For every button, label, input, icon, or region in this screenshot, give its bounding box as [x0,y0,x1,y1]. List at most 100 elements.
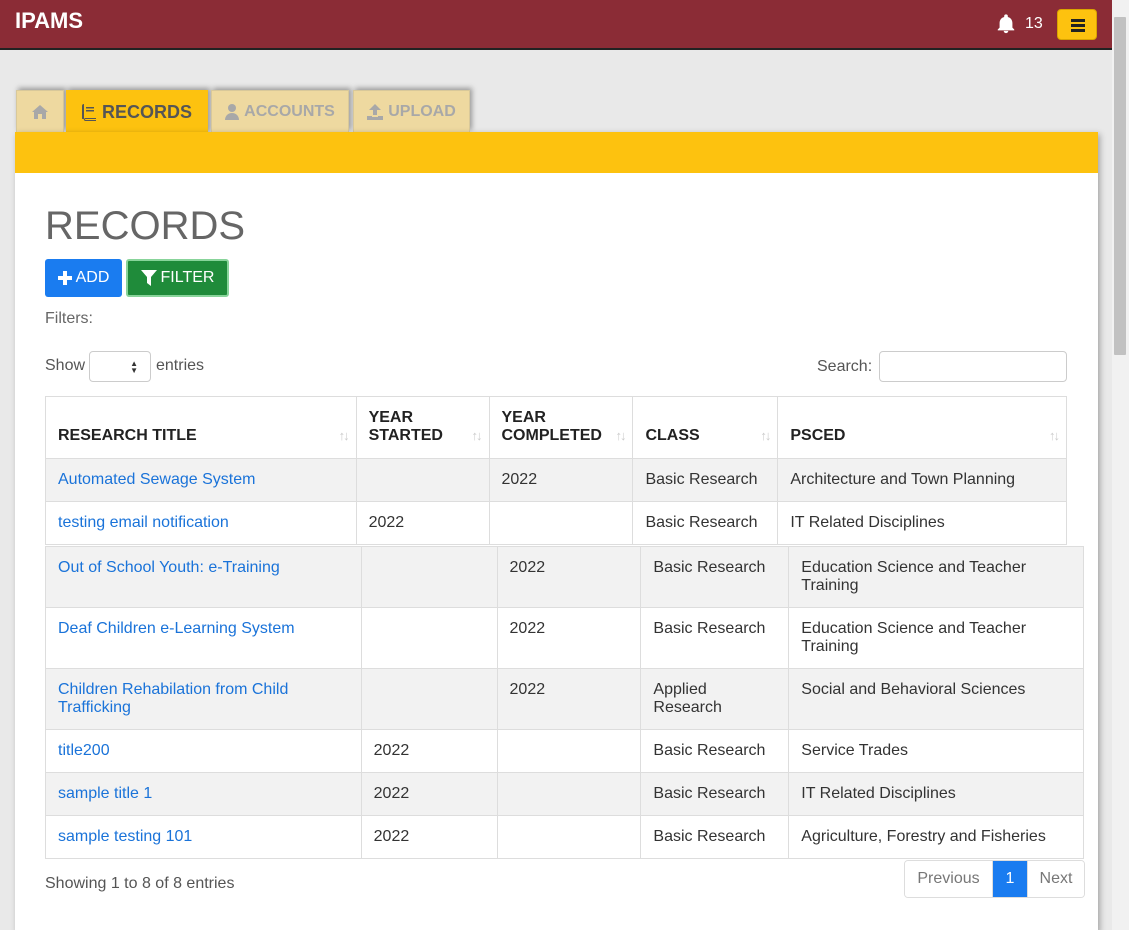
bell-icon[interactable] [995,13,1017,35]
previous-page-button[interactable]: Previous [905,861,993,897]
tab-records-label: RECORDS [101,102,192,122]
record-title-link[interactable]: sample title 1 [58,785,152,802]
cell-class: Basic Research [640,729,790,773]
page-title: RECORDS [45,204,246,248]
scrollbar-thumb[interactable] [1114,17,1126,355]
menu-icon-bar [1071,24,1085,27]
cell-psced: IT Related Disciplines [788,772,1084,816]
table-row: Deaf Children e-Learning System 2022 Bas… [45,607,1084,669]
book-icon [81,104,96,121]
cell-title: Out of School Youth: e-Training [45,546,362,608]
column-header-class[interactable]: CLASS ↑↓ [632,396,779,459]
select-arrows-icon: ▲ ▼ [130,359,138,375]
records-table: RESEARCH TITLE ↑↓ YEAR STARTED ↑↓ YEAR COMPL… [45,396,1067,545]
column-header-psced[interactable]: PSCED ↑↓ [777,396,1067,459]
record-title-link[interactable]: title200 [58,742,110,759]
search-label: Search: [817,358,873,375]
cell-class: Basic Research [640,546,790,608]
user-icon [225,103,240,120]
cell-psced: Architecture and Town Planning [777,458,1067,502]
menu-icon-bar [1071,19,1085,22]
column-header-research-title[interactable]: RESEARCH TITLE ↑↓ [45,396,357,459]
record-title-link[interactable]: Out of School Youth: e-Training [58,559,280,576]
sort-icon: ↑↓ [760,428,771,443]
cell-year-started: 2022 [360,729,498,773]
menu-icon-bar [1071,29,1085,32]
record-title-link[interactable]: Deaf Children e-Learning System [58,620,295,637]
record-title-link[interactable]: Children Rehabilation from Child Traffic… [58,681,288,716]
cell-title: Children Rehabilation from Child Traffic… [45,668,362,730]
page-scrollbar[interactable] [1112,0,1129,930]
column-header-year-completed[interactable]: YEAR COMPLETED ↑↓ [488,396,634,459]
tab-upload[interactable]: UPLOAD [353,90,470,132]
filter-button[interactable]: FILTER [126,259,229,297]
app-title[interactable]: IPAMS [15,8,83,34]
header-label: YEAR [368,409,414,426]
cell-year-completed [496,772,642,816]
table-row: Out of School Youth: e-Training 2022 Bas… [45,546,1084,608]
record-title-link[interactable]: sample testing 101 [58,828,192,845]
tab-records[interactable]: RECORDS [66,90,208,134]
cell-year-completed: 2022 [496,546,642,608]
cell-psced: Social and Behavioral Sciences [788,668,1084,730]
cell-year-started: 2022 [360,772,498,816]
page-1-button[interactable]: 1 [993,861,1027,897]
record-title-link[interactable]: testing email notification [58,514,229,531]
table-row: Children Rehabilation from Child Traffic… [45,668,1084,730]
header-label: PSCED [790,427,846,444]
search-input[interactable] [879,351,1067,382]
next-page-button[interactable]: Next [1027,861,1084,897]
table-row: sample testing 101 2022 Basic Research A… [45,815,1084,859]
cell-year-completed [496,729,642,773]
tab-home[interactable] [16,90,64,132]
sort-icon: ↑↓ [471,428,483,443]
table-row: Automated Sewage System 2022 Basic Resea… [45,458,1067,502]
menu-toggle-button[interactable] [1057,9,1097,40]
tab-upload-label: UPLOAD [388,102,456,120]
cell-psced: Service Trades [788,729,1084,773]
cell-year-started [355,458,490,502]
cell-year-started [360,607,498,669]
cell-psced: Education Science and Teacher Training [788,546,1084,608]
cell-psced: Agriculture, Forestry and Fisheries [788,815,1084,859]
cell-title: sample title 1 [45,772,362,816]
top-navbar: IPAMS 13 [0,0,1112,50]
cell-year-started: 2022 [360,815,498,859]
panel-header-bar [15,132,1098,173]
cell-class: Basic Research [640,772,790,816]
table-row: sample title 1 2022 Basic Research IT Re… [45,772,1084,816]
cell-year-completed [496,815,642,859]
upload-icon [367,103,384,120]
table-info: Showing 1 to 8 of 8 entries [45,875,235,892]
cell-psced: Education Science and Teacher Training [788,607,1084,669]
entries-per-page-select[interactable]: ▲ ▼ [89,351,151,382]
cell-year-completed: 2022 [488,458,634,502]
header-label: CLASS [645,427,700,444]
cell-title: Deaf Children e-Learning System [45,607,362,669]
entries-label: entries [156,357,205,374]
notification-count: 13 [1025,15,1043,32]
cell-class: Basic Research [632,458,779,502]
sort-icon: ↑↓ [338,428,350,443]
show-label: Show [45,357,86,374]
cell-title: testing email notification [45,501,357,545]
record-title-link[interactable]: Automated Sewage System [58,471,255,488]
header-label: RESEARCH TITLE [58,427,197,444]
header-label: YEAR [501,409,546,426]
pagination: Previous 1 Next [904,860,1085,898]
records-panel: RECORDS ADD FILTER Filters: Show ▲ ▼ entr… [15,132,1098,930]
add-button[interactable]: ADD [45,259,122,297]
filter-icon [140,270,157,286]
add-button-label: ADD [75,269,110,286]
home-icon [32,104,48,119]
cell-class: Basic Research [640,607,790,669]
column-header-year-started[interactable]: YEAR STARTED ↑↓ [355,396,490,459]
header-label: STARTED [368,427,443,444]
tab-accounts-label: ACCOUNTS [244,102,335,120]
tab-accounts[interactable]: ACCOUNTS [211,90,349,132]
cell-title: title200 [45,729,362,773]
table-row: title200 2022 Basic Research Service Tra… [45,729,1084,773]
cell-year-completed: 2022 [496,607,642,669]
cell-year-completed [488,501,634,545]
cell-title: sample testing 101 [45,815,362,859]
